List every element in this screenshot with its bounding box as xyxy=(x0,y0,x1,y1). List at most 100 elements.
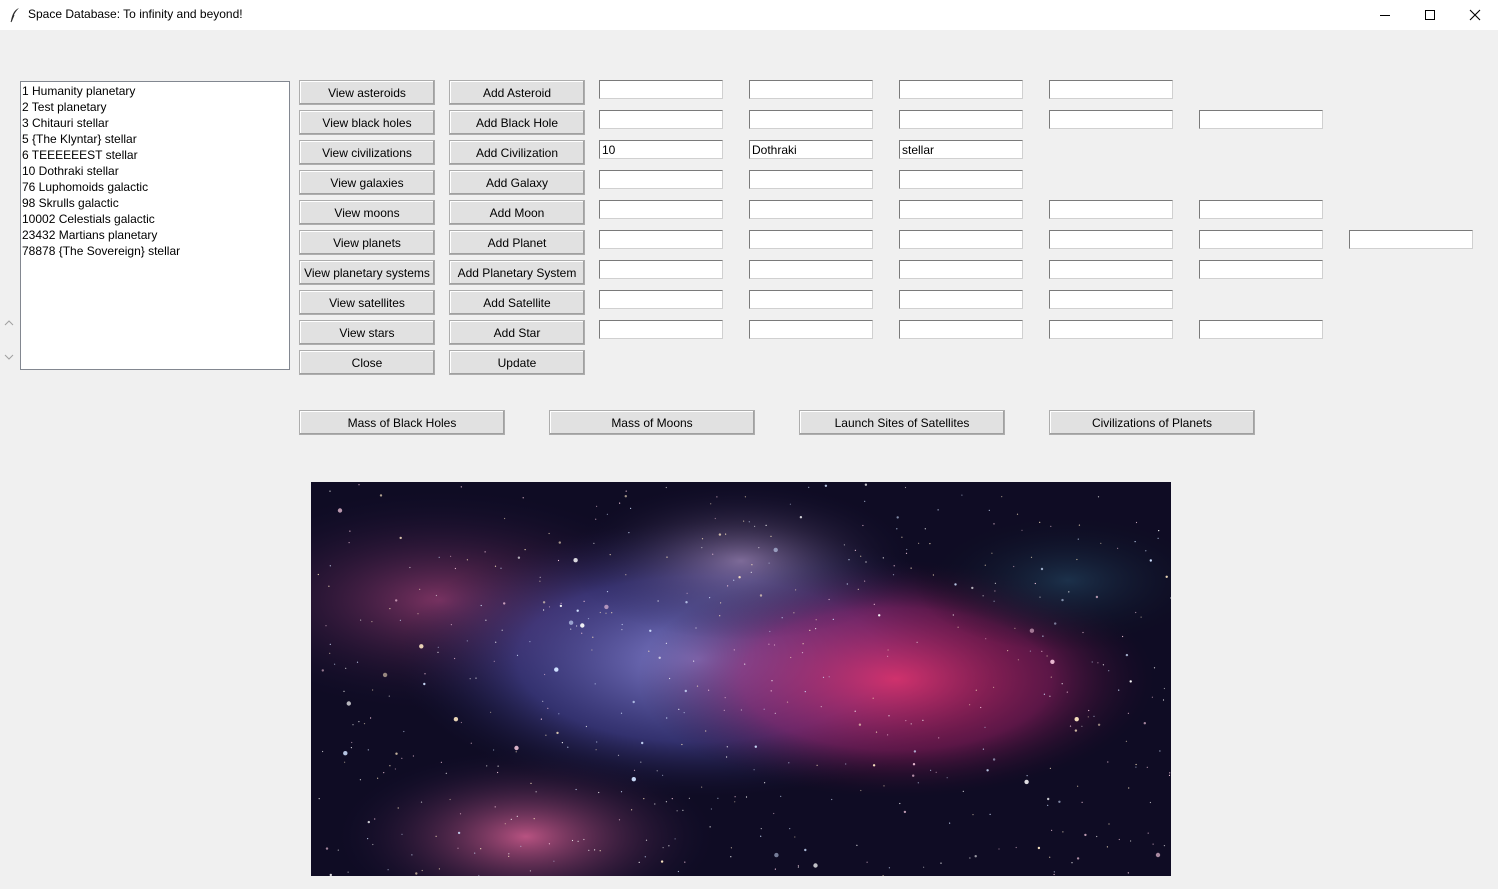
planet-field-1[interactable] xyxy=(599,230,723,249)
add-moon-button[interactable]: Add Moon xyxy=(449,200,585,225)
planet-field-3[interactable] xyxy=(899,230,1023,249)
asteroid-field-4[interactable] xyxy=(1049,80,1173,99)
satellite-field-4[interactable] xyxy=(1049,290,1173,309)
star-dot xyxy=(923,866,925,868)
add-galaxy-button[interactable]: Add Galaxy xyxy=(449,170,585,195)
star-field-4[interactable] xyxy=(1049,320,1173,339)
view-planetary-systems-button[interactable]: View planetary systems xyxy=(299,260,435,285)
add-star-button[interactable]: Add Star xyxy=(449,320,585,345)
list-item[interactable]: 3 Chitauri stellar xyxy=(22,115,289,131)
star-dot xyxy=(1117,547,1119,549)
star-dot xyxy=(543,609,545,611)
star-dot xyxy=(611,612,613,614)
close-button[interactable]: Close xyxy=(299,350,435,375)
list-item[interactable]: 1 Humanity planetary xyxy=(22,83,289,99)
star-dot xyxy=(758,547,760,549)
add-asteroid-button[interactable]: Add Asteroid xyxy=(449,80,585,105)
minimize-button[interactable] xyxy=(1362,0,1408,30)
satellite-field-3[interactable] xyxy=(899,290,1023,309)
moon-field-3[interactable] xyxy=(899,200,1023,219)
list-item[interactable]: 23432 Martians planetary xyxy=(22,227,289,243)
planet-field-6[interactable] xyxy=(1349,230,1473,249)
star-field-1[interactable] xyxy=(599,320,723,339)
galaxy-field-3[interactable] xyxy=(899,170,1023,189)
planetary-system-field-5[interactable] xyxy=(1199,260,1323,279)
black-hole-field-5[interactable] xyxy=(1199,110,1323,129)
asteroid-field-2[interactable] xyxy=(749,80,873,99)
star-dot xyxy=(1047,797,1050,801)
galaxy-field-2[interactable] xyxy=(749,170,873,189)
moon-field-2[interactable] xyxy=(749,200,873,219)
view-black-holes-button[interactable]: View black holes xyxy=(299,110,435,135)
civilization-id-field[interactable] xyxy=(599,140,723,159)
star-dot xyxy=(994,590,996,592)
list-item[interactable]: 2 Test planetary xyxy=(22,99,289,115)
star-dot xyxy=(862,524,864,527)
scroll-up-icon[interactable] xyxy=(4,318,14,328)
add-black-hole-button[interactable]: Add Black Hole xyxy=(449,110,585,135)
galaxy-field-1[interactable] xyxy=(599,170,723,189)
asteroid-field-3[interactable] xyxy=(899,80,1023,99)
asteroid-field-1[interactable] xyxy=(599,80,723,99)
launch-sites-of-satellites-button[interactable]: Launch Sites of Satellites xyxy=(799,410,1005,435)
list-item[interactable]: 76 Luphomoids galactic xyxy=(22,179,289,195)
star-field-2[interactable] xyxy=(749,320,873,339)
star-dot xyxy=(645,839,648,841)
add-planet-button[interactable]: Add Planet xyxy=(449,230,585,255)
moon-field-1[interactable] xyxy=(599,200,723,219)
star-dot xyxy=(882,557,884,559)
planet-field-4[interactable] xyxy=(1049,230,1173,249)
black-hole-field-2[interactable] xyxy=(749,110,873,129)
black-hole-field-1[interactable] xyxy=(599,110,723,129)
view-galaxies-button[interactable]: View galaxies xyxy=(299,170,435,195)
civilizations-of-planets-button[interactable]: Civilizations of Planets xyxy=(1049,410,1255,435)
civilization-name-field[interactable] xyxy=(749,140,873,159)
view-civilizations-button[interactable]: View civilizations xyxy=(299,140,435,165)
star-dot xyxy=(624,495,627,498)
list-item[interactable]: 98 Skrulls galactic xyxy=(22,195,289,211)
planet-field-2[interactable] xyxy=(749,230,873,249)
update-button[interactable]: Update xyxy=(449,350,585,375)
planetary-system-field-3[interactable] xyxy=(899,260,1023,279)
mass-of-moons-button[interactable]: Mass of Moons xyxy=(549,410,755,435)
planet-field-5[interactable] xyxy=(1199,230,1323,249)
star-dot xyxy=(802,643,804,645)
mass-of-black-holes-button[interactable]: Mass of Black Holes xyxy=(299,410,505,435)
view-moons-button[interactable]: View moons xyxy=(299,200,435,225)
view-asteroids-button[interactable]: View asteroids xyxy=(299,80,435,105)
add-civilization-button[interactable]: Add Civilization xyxy=(449,140,585,165)
black-hole-field-4[interactable] xyxy=(1049,110,1173,129)
view-stars-button[interactable]: View stars xyxy=(299,320,435,345)
star-field-3[interactable] xyxy=(899,320,1023,339)
satellite-field-2[interactable] xyxy=(749,290,873,309)
civilization-listbox[interactable]: 1 Humanity planetary 2 Test planetary 3 … xyxy=(20,81,290,370)
close-window-button[interactable] xyxy=(1452,0,1498,30)
star-dot xyxy=(946,777,948,779)
civilization-type-field[interactable] xyxy=(899,140,1023,159)
satellite-field-1[interactable] xyxy=(599,290,723,309)
planetary-system-field-1[interactable] xyxy=(599,260,723,279)
add-planetary-system-button[interactable]: Add Planetary System xyxy=(449,260,585,285)
add-satellite-button[interactable]: Add Satellite xyxy=(449,290,585,315)
star-dot xyxy=(548,532,550,535)
planetary-system-field-2[interactable] xyxy=(749,260,873,279)
star-dot xyxy=(360,619,362,621)
list-item[interactable]: 6 TEEEEEEST stellar xyxy=(22,147,289,163)
star-field-5[interactable] xyxy=(1199,320,1323,339)
view-satellites-button[interactable]: View satellites xyxy=(299,290,435,315)
maximize-button[interactable] xyxy=(1407,0,1453,30)
moon-field-5[interactable] xyxy=(1199,200,1323,219)
moon-field-4[interactable] xyxy=(1049,200,1173,219)
star-dot xyxy=(1100,542,1102,544)
planetary-system-field-4[interactable] xyxy=(1049,260,1173,279)
star-dot xyxy=(1157,537,1159,539)
scroll-down-icon[interactable] xyxy=(4,352,14,362)
star-dot xyxy=(816,764,818,766)
star-dot xyxy=(593,542,595,544)
list-item[interactable]: 78878 {The Sovereign} stellar xyxy=(22,243,289,259)
black-hole-field-3[interactable] xyxy=(899,110,1023,129)
list-item[interactable]: 10 Dothraki stellar xyxy=(22,163,289,179)
list-item[interactable]: 5 {The Klyntar} stellar xyxy=(22,131,289,147)
view-planets-button[interactable]: View planets xyxy=(299,230,435,255)
list-item[interactable]: 10002 Celestials galactic xyxy=(22,211,289,227)
